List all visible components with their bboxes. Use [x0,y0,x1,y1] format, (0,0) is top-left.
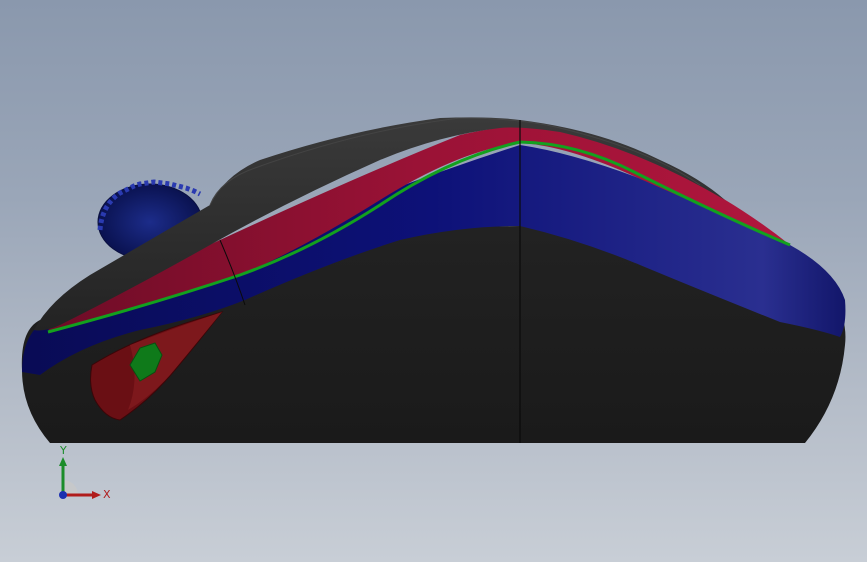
orientation-triad[interactable]: Y X [50,440,120,510]
y-axis-label: Y [59,444,67,457]
mouse-3d-model[interactable] [0,0,867,562]
z-axis-dot [59,491,67,499]
cad-viewport[interactable]: Y X [0,0,867,562]
x-axis-label: X [103,488,111,501]
